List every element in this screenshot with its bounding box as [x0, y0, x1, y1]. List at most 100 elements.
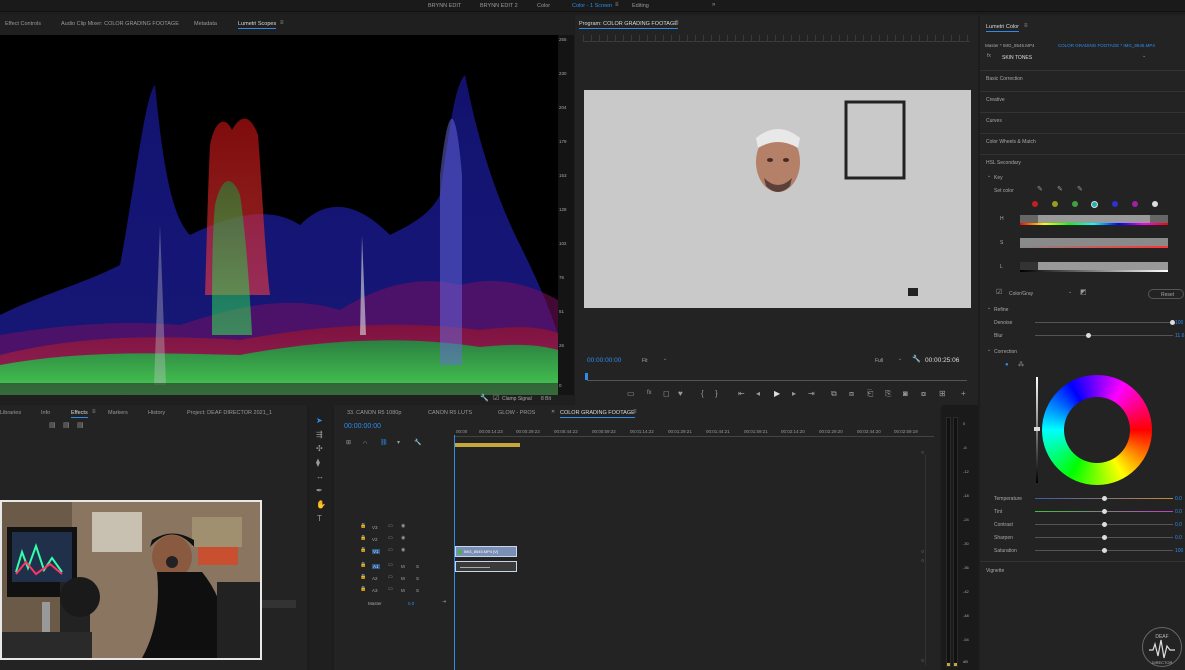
- mute-button[interactable]: M: [401, 588, 405, 593]
- chevron-down-icon[interactable]: ⌄: [1142, 54, 1146, 59]
- tab-sequence-glow[interactable]: GLOW - PROS: [498, 410, 535, 416]
- contrast-value[interactable]: 0.0: [1175, 522, 1182, 528]
- tab-sequence-color-grading[interactable]: COLOR GRADING FOOTAGE: [560, 410, 635, 418]
- workspace-overflow-icon[interactable]: »: [712, 2, 715, 8]
- track-header-a2[interactable]: 🔒 A2 ▭ M S: [334, 573, 452, 585]
- panel-menu-icon[interactable]: ≡: [675, 20, 679, 26]
- color-swatch[interactable]: [1052, 201, 1058, 207]
- timeline-settings-icon[interactable]: 🔧: [414, 440, 421, 446]
- invert-mask-icon[interactable]: ◩: [1080, 289, 1087, 296]
- lock-icon[interactable]: 🔒: [360, 524, 366, 529]
- color-swatch[interactable]: [1072, 201, 1078, 207]
- section-vignette[interactable]: Vignette: [980, 561, 1185, 579]
- section-hsl-secondary[interactable]: HSL Secondary: [980, 154, 1185, 172]
- eye-icon[interactable]: ◉: [401, 536, 405, 541]
- track-header-a3[interactable]: 🔒 A3 ▭ M S: [334, 585, 452, 597]
- color-swatch[interactable]: [1091, 201, 1098, 208]
- lock-icon[interactable]: 🔒: [360, 575, 366, 580]
- eyedropper-icon[interactable]: ✎: [1037, 186, 1043, 193]
- sharpen-value[interactable]: 0.0: [1175, 535, 1182, 541]
- reset-button[interactable]: Reset: [1148, 289, 1184, 299]
- mute-button[interactable]: M: [401, 564, 405, 569]
- panel-menu-icon[interactable]: ≡: [633, 409, 637, 415]
- solo-button[interactable]: S: [416, 576, 419, 581]
- master-value[interactable]: 0.0: [408, 601, 414, 606]
- denoise-value[interactable]: 100: [1175, 320, 1183, 326]
- effects-scrollbar[interactable]: [260, 600, 296, 608]
- section-basic-correction[interactable]: Basic Correction: [980, 70, 1185, 88]
- overwrite-icon[interactable]: ⧈: [849, 390, 854, 398]
- timeline-timecode[interactable]: 00:00:00:00: [344, 423, 381, 430]
- eye-icon[interactable]: ◉: [401, 524, 405, 529]
- video-clip[interactable]: IMG_8545.MP4 [V]: [455, 546, 517, 557]
- go-to-in-icon[interactable]: ⇤: [738, 390, 745, 398]
- workspace-tab-editing[interactable]: Editing: [632, 3, 649, 9]
- selection-tool-icon[interactable]: ➤: [316, 417, 323, 425]
- monitor-ruler[interactable]: [583, 35, 970, 42]
- tab-sequence-canon-r5[interactable]: 33. CANON R5 1080p: [347, 410, 401, 416]
- lift-icon[interactable]: ⎗: [867, 390, 873, 398]
- workspace-tab-color-1-screen[interactable]: Color - 1 Screen: [572, 3, 612, 9]
- panel-menu-icon[interactable]: ≡: [92, 409, 96, 415]
- sequence-clip-select[interactable]: COLOR GRADING FOOTAGE * IMG_8545.MP4: [1058, 43, 1155, 48]
- tab-project[interactable]: Project: DEAF DIRECTOR 2021_1: [187, 410, 272, 416]
- tab-effects[interactable]: Effects: [71, 410, 88, 418]
- chevron-down-icon[interactable]: ⌄: [1068, 290, 1072, 295]
- panel-menu-icon[interactable]: ≡: [280, 20, 284, 26]
- tab-audio-clip-mixer[interactable]: Audio Clip Mixer: COLOR GRADING FOOTAGE: [61, 21, 179, 27]
- section-color-wheels[interactable]: Color Wheels & Match: [980, 133, 1185, 151]
- go-to-end-icon[interactable]: ⇥: [442, 600, 446, 605]
- tab-sequence-canon-luts[interactable]: CANON R5 LUTS: [428, 410, 472, 416]
- play-icon[interactable]: ▶: [774, 390, 780, 398]
- fx-icon[interactable]: fx: [647, 390, 652, 396]
- chevron-down-icon[interactable]: ⌄: [898, 357, 902, 362]
- toggle-sync-icon[interactable]: ▭: [388, 536, 393, 541]
- settings-wrench-icon[interactable]: 🔧: [912, 356, 921, 363]
- toggle-sync-icon[interactable]: ▭: [388, 587, 393, 592]
- track-header-v1[interactable]: 🔒 V1 ▭ ◉: [334, 546, 452, 558]
- tab-markers[interactable]: Markers: [108, 410, 128, 416]
- color-swatch[interactable]: [1152, 201, 1158, 207]
- program-timecode-current[interactable]: 00:00:00:00: [587, 357, 621, 364]
- wrench-icon[interactable]: 🔧: [480, 395, 489, 402]
- track-header-v2[interactable]: 🔒 V2 ▭ ◉: [334, 534, 452, 546]
- color-swatch[interactable]: [1112, 201, 1118, 207]
- show-mask-checkbox[interactable]: ☑: [996, 289, 1002, 296]
- clamp-checkbox[interactable]: ☑: [493, 395, 499, 402]
- accelerated-effects-icon[interactable]: ▤: [49, 422, 56, 429]
- lock-icon[interactable]: 🔒: [360, 563, 366, 568]
- playhead-marker[interactable]: [585, 373, 588, 380]
- mark-out-icon[interactable]: }: [715, 390, 718, 398]
- toggle-sync-icon[interactable]: ▭: [388, 524, 393, 529]
- track-header-a1[interactable]: 🔒 A1 ▭ M S: [334, 561, 452, 573]
- playback-quality-select[interactable]: Full: [875, 358, 883, 364]
- go-to-out-icon[interactable]: ⇥: [808, 390, 815, 398]
- panel-menu-icon[interactable]: ≡: [1024, 23, 1028, 29]
- eyedropper-remove-icon[interactable]: ✎: [1077, 186, 1083, 193]
- temperature-value[interactable]: 0.0: [1175, 496, 1182, 502]
- denoise-slider[interactable]: [1035, 322, 1173, 323]
- saturation-slider[interactable]: [1020, 238, 1168, 248]
- chevron-down-icon[interactable]: ⌄: [987, 174, 991, 179]
- lock-icon[interactable]: 🔒: [360, 548, 366, 553]
- insert-icon[interactable]: ⧉: [831, 390, 837, 398]
- track-header-master[interactable]: Master 0.0 ⇥: [334, 598, 452, 610]
- preset-name[interactable]: SKIN TONES: [1002, 55, 1032, 61]
- tab-metadata[interactable]: Metadata: [194, 21, 217, 27]
- video-frame[interactable]: [584, 90, 971, 308]
- solo-button[interactable]: S: [416, 588, 419, 593]
- tab-info[interactable]: Info: [41, 410, 50, 416]
- color-wheel[interactable]: [1042, 375, 1152, 485]
- luminance-slider[interactable]: [1020, 262, 1168, 272]
- step-forward-icon[interactable]: ▸: [792, 390, 796, 398]
- tab-libraries[interactable]: Libraries: [0, 410, 21, 416]
- single-wheel-icon[interactable]: ●: [1005, 362, 1009, 368]
- extract-icon[interactable]: ⎘: [885, 390, 891, 398]
- workspace-menu-icon[interactable]: ≡: [615, 2, 619, 8]
- lock-icon[interactable]: 🔒: [360, 587, 366, 592]
- timeline-zoom-handle[interactable]: ○: [921, 659, 924, 664]
- temperature-knob[interactable]: [1102, 496, 1107, 501]
- timeline-zoom-handle[interactable]: ○: [921, 559, 924, 564]
- scrub-bar[interactable]: [587, 380, 967, 381]
- three-way-icon[interactable]: ⁂: [1018, 362, 1024, 368]
